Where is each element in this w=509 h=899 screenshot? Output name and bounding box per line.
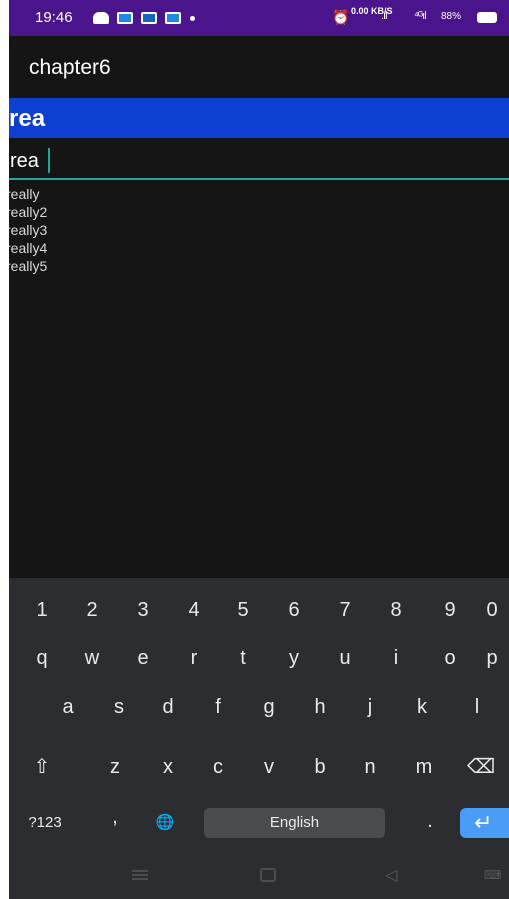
menu-icon[interactable] [132, 870, 148, 880]
facebook-icon [141, 12, 157, 24]
phone-screen: 19:46 ⏰ 0.00 KB/S .ıl ⁴ᴳıl 88% chapter6 … [9, 0, 509, 899]
app-icon [117, 12, 133, 24]
app-title: chapter6 [29, 56, 111, 79]
symbols-key[interactable]: ?123 [21, 806, 69, 840]
key-v[interactable]: v [252, 750, 286, 784]
battery-percent: 88% [441, 11, 462, 22]
key-7[interactable]: 7 [328, 593, 362, 627]
suggestion-item[interactable]: really2 [9, 203, 509, 221]
wifi-signal-icon: .ıl [381, 10, 387, 22]
enter-key[interactable]: ↵ [460, 808, 509, 838]
key-q[interactable]: q [25, 641, 59, 675]
key-o[interactable]: o [433, 641, 467, 675]
key-k[interactable]: k [405, 690, 439, 724]
status-bar: 19:46 ⏰ 0.00 KB/S .ıl ⁴ᴳıl 88% [9, 0, 509, 36]
header-band: rea [9, 98, 509, 138]
key-0[interactable]: 0 [475, 593, 509, 627]
key-4[interactable]: 4 [177, 593, 211, 627]
key-m[interactable]: m [407, 750, 441, 784]
app-icon [165, 12, 181, 24]
key-l[interactable]: l [460, 690, 494, 724]
key-6[interactable]: 6 [277, 593, 311, 627]
key-h[interactable]: h [303, 690, 337, 724]
keyboard-icon[interactable]: ⌨ [484, 868, 501, 882]
input-value[interactable]: rea [10, 150, 39, 173]
suggestion-item[interactable]: really3 [9, 221, 509, 239]
app-bar: chapter6 [9, 36, 509, 98]
key-y[interactable]: y [277, 641, 311, 675]
comma-key[interactable]: , [98, 800, 132, 834]
notification-dot-icon [190, 16, 195, 21]
key-i[interactable]: i [379, 641, 413, 675]
key-z[interactable]: z [98, 750, 132, 784]
key-p[interactable]: p [475, 641, 509, 675]
alarm-icon: ⏰ [332, 9, 350, 25]
key-2[interactable]: 2 [75, 593, 109, 627]
space-key[interactable]: English [204, 808, 385, 838]
home-icon[interactable] [260, 868, 276, 882]
key-d[interactable]: d [151, 690, 185, 724]
back-icon[interactable]: ◁ [385, 865, 397, 885]
key-r[interactable]: r [177, 641, 211, 675]
key-e[interactable]: e [126, 641, 160, 675]
key-n[interactable]: n [353, 750, 387, 784]
shift-icon[interactable]: ⇧ [25, 750, 59, 784]
battery-icon [477, 12, 497, 23]
autocomplete-input[interactable]: rea [9, 144, 509, 180]
key-t[interactable]: t [226, 641, 260, 675]
status-time: 19:46 [35, 9, 73, 26]
cell-signal-icon: ⁴ᴳıl [414, 10, 427, 22]
key-x[interactable]: x [151, 750, 185, 784]
messages-icon [93, 12, 109, 24]
key-w[interactable]: w [75, 641, 109, 675]
soft-keyboard: 1 2 3 4 5 6 7 8 9 0 q w e r t y u i o p … [9, 578, 509, 899]
key-s[interactable]: s [102, 690, 136, 724]
period-key[interactable]: . [413, 804, 447, 838]
key-5[interactable]: 5 [226, 593, 260, 627]
globe-icon[interactable]: 🌐 [148, 806, 182, 840]
key-1[interactable]: 1 [25, 593, 59, 627]
key-9[interactable]: 9 [433, 593, 467, 627]
suggestion-list: really really2 really3 really4 really5 [9, 185, 509, 275]
key-c[interactable]: c [201, 750, 235, 784]
key-b[interactable]: b [303, 750, 337, 784]
navigation-bar: ◁ ⌨ [9, 863, 509, 899]
suggestion-item[interactable]: really4 [9, 239, 509, 257]
key-a[interactable]: a [51, 690, 85, 724]
key-j[interactable]: j [353, 690, 387, 724]
backspace-icon[interactable]: ⌫ [464, 750, 498, 784]
suggestion-item[interactable]: really [9, 185, 509, 203]
suggestion-item[interactable]: really5 [9, 257, 509, 275]
key-8[interactable]: 8 [379, 593, 413, 627]
key-g[interactable]: g [252, 690, 286, 724]
text-cursor [48, 148, 50, 173]
key-3[interactable]: 3 [126, 593, 160, 627]
key-f[interactable]: f [201, 690, 235, 724]
key-u[interactable]: u [328, 641, 362, 675]
header-text: rea [9, 105, 46, 132]
